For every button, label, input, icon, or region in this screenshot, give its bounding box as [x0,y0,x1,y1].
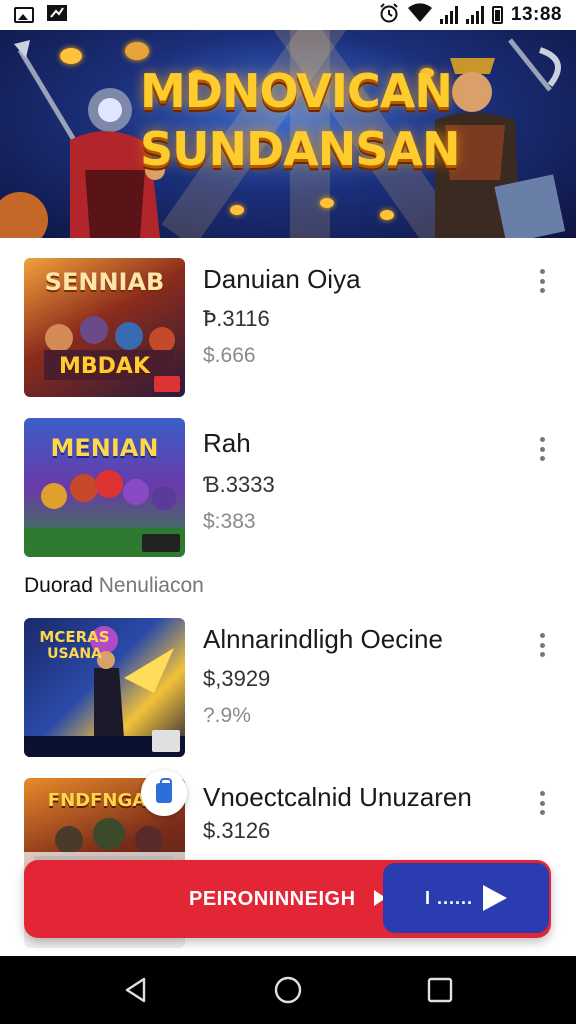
more-options-icon[interactable] [530,266,554,296]
coin-decoration [380,210,394,220]
section-header-primary: Duorad [24,574,93,597]
game-title: Danuian Oiya [203,264,361,294]
game-thumbnail: MCERAS USANA [24,618,185,757]
game-price: $,3929 [203,666,271,691]
thumbnail-subtitle: MBDAK [59,354,150,379]
game-title: Vnoectcalnid Unuzaren [203,782,472,812]
wifi-icon [407,2,432,28]
list-item[interactable]: MENIAN Rah Ɓ.3333 $:383 [0,418,576,568]
section-header-secondary: Nenuliacon [98,574,204,597]
section-header: Duorad Nenuliacon [24,574,204,598]
cta-go-button[interactable]: I ...... [383,863,549,933]
game-title: Alnnarindligh Oecine [203,624,443,654]
coin-decoration [230,205,244,215]
app-icon [46,4,68,27]
status-left [14,4,68,27]
thumbnail-subtitle: USANA [47,646,102,662]
signal-icon [465,6,484,24]
thumbnail-title: MENIAN [50,434,159,462]
thumbnail-title: SENNIAB [44,268,165,296]
banner-title-line1: MDNOVICAN [140,64,453,118]
game-title: Rah [203,428,251,458]
game-price: Ꝥ.3116 [203,306,270,331]
banner-title-line2: SUNDANSAN [140,122,461,176]
home-icon[interactable] [268,970,308,1010]
game-sub-price: $.666 [203,344,256,367]
more-options-icon[interactable] [530,788,554,818]
cta-go-label: I ...... [424,887,473,908]
recents-icon[interactable] [420,970,460,1010]
game-sub-price: $:383 [203,510,256,533]
game-thumbnail: SENNIAB MBDAK [24,258,185,397]
battery-icon [491,6,503,24]
image-icon [14,7,34,23]
play-arrow-icon [483,885,507,911]
thumbnail-title: MCERAS [39,628,110,646]
alarm-icon [378,2,400,29]
cta-label: PEIRONINNEIGH [189,888,356,910]
status-right: 13:88 [378,2,562,29]
game-sub-price: ?.9% [203,704,251,727]
game-price: $.3126 [203,818,271,843]
signal-icon [439,6,458,24]
cta-button[interactable]: PEIRONINNEIGH I ...... [24,860,551,938]
list-item[interactable]: MCERAS USANA Alnnarindligh Oecine $,3929… [0,618,576,768]
game-price: Ɓ.3333 [203,472,275,497]
lock-badge-icon [141,770,187,816]
status-time: 13:88 [510,4,562,25]
coin-decoration [320,198,334,208]
list-item[interactable]: SENNIAB MBDAK Danuian Oiya Ꝥ.3116 $.666 [0,258,576,408]
more-options-icon[interactable] [530,434,554,464]
game-thumbnail: MENIAN [24,418,185,557]
back-icon[interactable] [116,970,156,1010]
system-nav-bar [0,956,576,1024]
more-options-icon[interactable] [530,630,554,660]
promo-banner[interactable]: MDNOVICAN SUNDANSAN [0,30,576,238]
status-bar: 13:88 [0,0,576,30]
